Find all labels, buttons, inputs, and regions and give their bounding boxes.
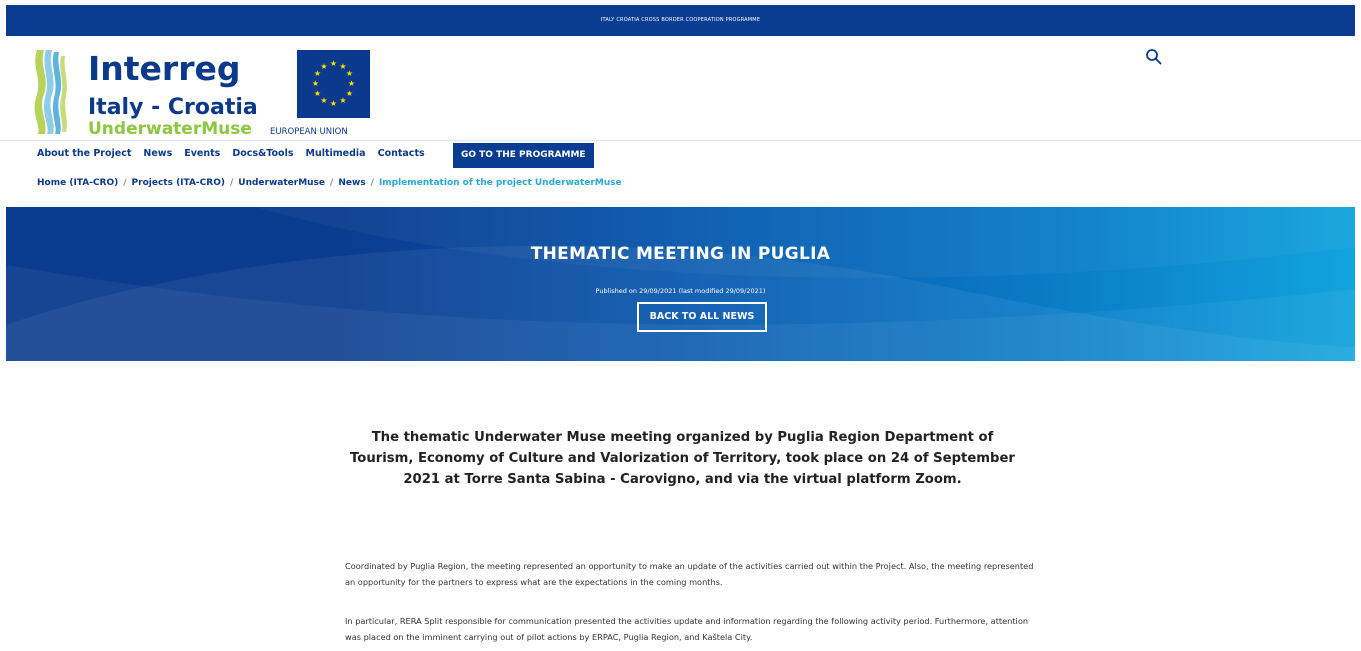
nav-item-about-the-project[interactable]: About the Project [37, 148, 131, 159]
svg-text:★: ★ [330, 99, 337, 108]
nav-item-events[interactable]: Events [184, 148, 220, 159]
main-navigation: About the Project News Events Docs&Tools… [0, 140, 1361, 170]
search-icon[interactable] [1145, 48, 1163, 66]
svg-text:★: ★ [348, 79, 355, 88]
logo-project: UnderwaterMuse [88, 119, 252, 136]
interreg-waves-logo [34, 50, 67, 134]
article-paragraph: In particular, RERA Split responsible fo… [345, 616, 1029, 642]
go-to-programme-button[interactable]: GO TO THE PROGRAMME [453, 143, 594, 168]
breadcrumb: Home (ITA-CRO) / Projects (ITA-CRO) / Un… [37, 178, 622, 188]
publish-date: Published on 29/09/2021 (last modified 2… [595, 287, 766, 295]
logo-region: Italy - Croatia [88, 95, 258, 120]
breadcrumb-separator: / [330, 178, 334, 188]
interreg-logo[interactable]: Interreg Italy - Croatia UnderwaterMuse … [33, 48, 378, 136]
svg-text:★: ★ [346, 89, 353, 98]
svg-text:★: ★ [320, 96, 327, 105]
breadcrumb-separator: / [370, 178, 374, 188]
svg-text:★: ★ [320, 62, 327, 71]
eu-flag-icon: ★ ★ ★ ★ ★ ★ ★ ★ ★ ★ ★ ★ [297, 50, 370, 118]
site-header: Interreg Italy - Croatia UnderwaterMuse … [0, 36, 1361, 140]
logo-brand: Interreg [88, 49, 240, 88]
breadcrumb-news[interactable]: News [338, 178, 365, 188]
programme-topbar: ITALY CROATIA CROSS BORDER COOPERATION P… [6, 5, 1355, 36]
nav-item-contacts[interactable]: Contacts [378, 148, 425, 159]
svg-text:★: ★ [314, 89, 321, 98]
topbar-text: ITALY CROATIA CROSS BORDER COOPERATION P… [600, 17, 761, 23]
nav-item-multimedia[interactable]: Multimedia [306, 148, 366, 159]
breadcrumb-home[interactable]: Home (ITA-CRO) [37, 178, 118, 188]
svg-text:★: ★ [312, 79, 319, 88]
page-title: THEMATIC MEETING IN PUGLIA [530, 244, 831, 264]
eu-label: EUROPEAN UNION [270, 127, 348, 136]
svg-text:★: ★ [330, 59, 337, 68]
nav-item-docs-tools[interactable]: Docs&Tools [232, 148, 293, 159]
breadcrumb-separator: / [229, 178, 234, 188]
svg-text:★: ★ [339, 96, 346, 105]
article-lead: The thematic Underwater Muse meeting org… [350, 430, 1015, 487]
breadcrumb-projects[interactable]: Projects (ITA-CRO) [132, 178, 225, 188]
hero-banner: THEMATIC MEETING IN PUGLIA Published on … [6, 207, 1355, 361]
nav-item-news[interactable]: News [143, 148, 172, 159]
breadcrumb-separator: / [123, 178, 127, 188]
svg-text:★: ★ [346, 69, 353, 78]
breadcrumb-underwatermuse[interactable]: UnderwaterMuse [238, 178, 325, 188]
article-paragraph: Coordinated by Puglia Region, the meetin… [345, 561, 1034, 587]
back-to-all-news-button[interactable]: BACK TO ALL NEWS [637, 302, 767, 332]
nav-items: About the Project News Events Docs&Tools… [37, 148, 437, 159]
hero-background-waves [6, 207, 1355, 361]
breadcrumb-current: Implementation of the project Underwater… [378, 178, 622, 188]
